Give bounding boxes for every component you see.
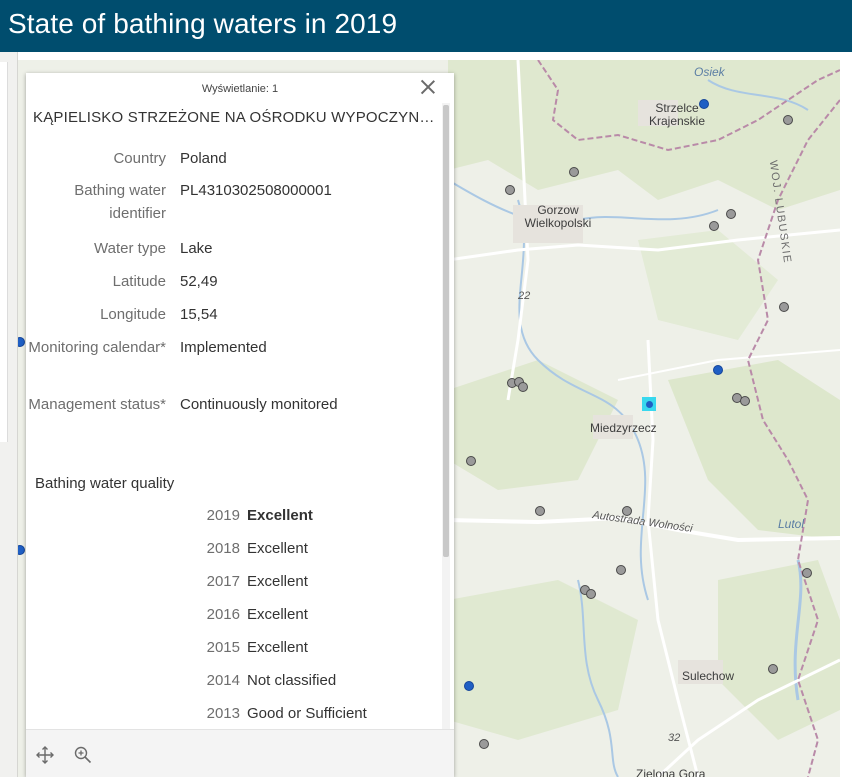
bathing-site-marker[interactable] — [616, 565, 626, 575]
attr-value: Lake — [180, 240, 213, 257]
bathing-site-marker[interactable] — [622, 506, 632, 516]
feature-popup: Wyświetlanie: 1 KĄPIELISKO STRZEŻONE NA … — [26, 73, 454, 777]
quality-year: 2013 — [206, 705, 240, 722]
bathing-site-marker[interactable] — [464, 681, 474, 691]
quality-value: Excellent — [247, 540, 308, 557]
bathing-site-marker[interactable] — [586, 589, 596, 599]
quality-value: Good or Sufficient — [247, 705, 367, 722]
quality-year: 2014 — [206, 672, 240, 689]
attr-label: Bathing water identifier — [74, 182, 166, 222]
attr-value: Implemented — [180, 339, 267, 356]
label-route-22: 22 — [518, 290, 531, 302]
close-icon[interactable] — [419, 78, 437, 96]
attr-value: PL4310302508000001 — [180, 182, 332, 199]
label-zielona-gora: Zielona Gora — [636, 767, 706, 777]
attr-value: Poland — [180, 150, 227, 167]
label-sulechow: Sulechow — [682, 669, 735, 683]
attr-label: Country — [113, 150, 166, 167]
pan-icon[interactable] — [36, 746, 54, 764]
bathing-site-marker[interactable] — [713, 365, 723, 375]
scrollbar-thumb[interactable] — [443, 105, 449, 557]
popup-scrollbar[interactable] — [442, 103, 450, 743]
attr-label: Monitoring calendar* — [28, 339, 166, 356]
bathing-site-marker[interactable] — [518, 382, 528, 392]
selected-bathing-site[interactable] — [642, 397, 656, 411]
attr-value: 52,49 — [180, 273, 218, 290]
bathing-site-marker[interactable] — [779, 302, 789, 312]
attr-label: Management status* — [28, 396, 166, 413]
label-miedzyrzecz: Miedzyrzecz — [590, 421, 657, 435]
quality-year: 2016 — [206, 606, 240, 623]
bathing-site-marker[interactable] — [709, 221, 719, 231]
attr-value: Continuously monitored — [180, 396, 338, 413]
quality-year: 2017 — [206, 573, 240, 590]
attr-label: Water type — [94, 240, 166, 257]
quality-heading: Bathing water quality — [35, 475, 175, 492]
quality-year: 2015 — [206, 639, 240, 656]
bathing-site-marker[interactable] — [740, 396, 750, 406]
attr-label: Latitude — [112, 273, 166, 290]
bathing-site-marker[interactable] — [726, 209, 736, 219]
right-border — [840, 52, 852, 777]
bathing-site-marker[interactable] — [699, 99, 709, 109]
quality-value: Excellent — [247, 639, 308, 656]
label-gorzow: Gorzow Wielkopolski — [524, 203, 592, 230]
quality-year: 2019 — [206, 507, 240, 524]
quality-value: Not classified — [247, 672, 337, 689]
collapsed-panel — [0, 62, 8, 442]
attr-label: Longitude — [100, 306, 166, 323]
map-top-gap — [18, 52, 840, 60]
bathing-site-marker[interactable] — [479, 739, 489, 749]
app-title: State of bathing waters in 2019 — [8, 8, 398, 39]
bathing-site-marker[interactable] — [466, 456, 476, 466]
quality-year: 2018 — [206, 540, 240, 557]
popup-title: KĄPIELISKO STRZEŻONE NA OŚRODKU WYPOCZYN… — [33, 109, 443, 126]
app-header: State of bathing waters in 2019 — [0, 0, 852, 52]
popup-header: Wyświetlanie: 1 — [26, 73, 454, 103]
label-osiek: Osiek — [694, 65, 725, 79]
bathing-site-marker[interactable] — [802, 568, 812, 578]
popup-footer — [26, 729, 454, 777]
quality-value: Excellent — [247, 573, 308, 590]
label-lutol: Lutol — [778, 517, 805, 531]
bathing-site-marker[interactable] — [535, 506, 545, 516]
popup-feature-count: Wyświetlanie: 1 — [201, 83, 279, 95]
bathing-site-marker[interactable] — [783, 115, 793, 125]
zoom-to-icon[interactable] — [74, 746, 92, 764]
bathing-site-marker[interactable] — [569, 167, 579, 177]
attr-value: 15,54 — [180, 306, 218, 323]
quality-value: Excellent — [247, 606, 308, 623]
label-route-32: 32 — [668, 732, 681, 744]
bathing-site-marker[interactable] — [768, 664, 778, 674]
quality-value: Excellent — [247, 507, 313, 524]
bathing-site-marker[interactable] — [505, 185, 515, 195]
